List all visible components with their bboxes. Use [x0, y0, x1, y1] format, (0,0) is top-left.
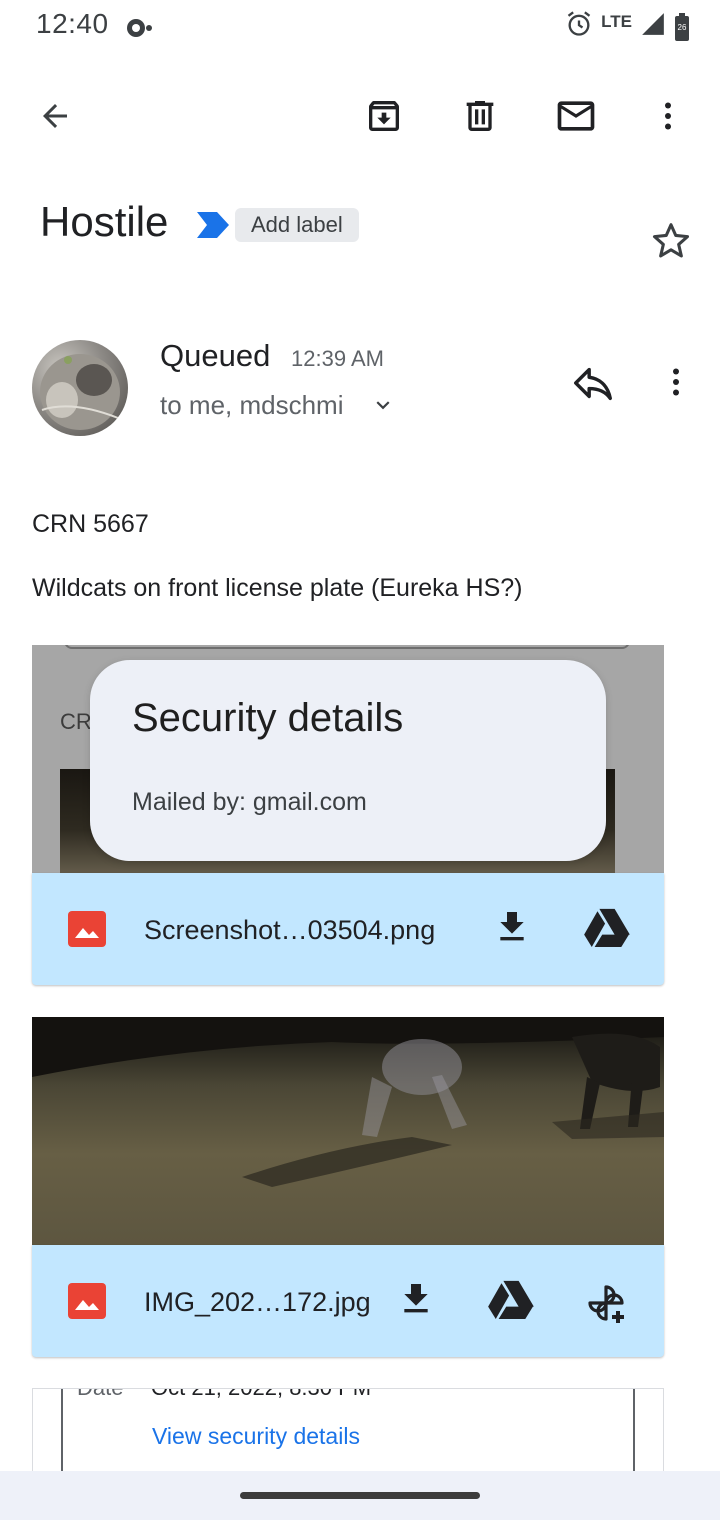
- save-to-drive-button[interactable]: [584, 907, 630, 952]
- email-subject: Hostile: [40, 198, 169, 245]
- attachment-1-bar[interactable]: Screenshot…03504.png: [32, 873, 664, 985]
- alarm-icon: [565, 10, 593, 43]
- mail-icon: [557, 101, 595, 131]
- popup-title: Security details: [132, 696, 404, 740]
- add-label-chip[interactable]: Add label: [235, 208, 359, 242]
- more-vert-icon: [673, 368, 679, 396]
- download-icon: [500, 912, 524, 941]
- label-marker-icon: [195, 210, 231, 245]
- sender-name[interactable]: Queued: [160, 338, 270, 374]
- chevron-down-icon: [376, 401, 390, 410]
- body-line-2: Wildcats on front license plate (Eureka …: [32, 574, 523, 602]
- sender-avatar[interactable]: [32, 340, 128, 436]
- signal-icon: [640, 11, 666, 42]
- download-icon: [404, 1284, 428, 1313]
- archive-icon: [369, 101, 399, 131]
- attachment-2-bar[interactable]: IMG_202…172.jpg: [32, 1245, 664, 1357]
- drive-icon: [488, 1280, 534, 1319]
- overflow-menu-button[interactable]: [640, 88, 696, 144]
- network-label: LTE: [601, 11, 632, 31]
- battery-icon: 26: [674, 12, 690, 41]
- arrow-back-icon: [43, 104, 67, 128]
- popup-mailed-by: Mailed by: gmail.com: [132, 788, 367, 816]
- recipients[interactable]: to me, mdschmi: [160, 390, 344, 421]
- reply-icon: [574, 367, 612, 401]
- download-button[interactable]: [396, 1279, 436, 1324]
- download-button[interactable]: [492, 907, 532, 952]
- status-icons: LTE 26: [565, 10, 690, 43]
- security-details-popup: Security details Mailed by: gmail.com: [90, 660, 606, 861]
- body-line-1: CRN 5667: [32, 510, 149, 538]
- back-button[interactable]: [27, 88, 83, 144]
- image-file-icon: [68, 1283, 106, 1319]
- date-value: Oct 21, 2022, 8:30 PM: [151, 1389, 371, 1401]
- trash-icon: [466, 101, 494, 131]
- security-card: Date Oct 21, 2022, 8:30 PM View security…: [32, 1388, 664, 1478]
- view-security-details-link[interactable]: View security details: [152, 1423, 360, 1450]
- message-more-button[interactable]: [658, 362, 694, 407]
- battery-level: 26: [677, 22, 687, 32]
- date-label: Date: [77, 1389, 123, 1401]
- archive-button[interactable]: [356, 88, 412, 144]
- mark-unread-button[interactable]: [548, 88, 604, 144]
- save-to-drive-button[interactable]: [488, 1279, 534, 1324]
- star-button[interactable]: [648, 218, 694, 269]
- attachment-2-name: IMG_202…172.jpg: [144, 1287, 371, 1317]
- more-vert-icon: [665, 102, 671, 130]
- home-gesture-pill[interactable]: [240, 1492, 480, 1499]
- add-to-photos-button[interactable]: [582, 1279, 630, 1332]
- reply-button[interactable]: [570, 360, 616, 411]
- image-file-icon: [68, 911, 106, 947]
- status-time: 12:40: [36, 8, 109, 39]
- star-outline-icon: [652, 223, 690, 258]
- email-time: 12:39 AM: [291, 346, 384, 371]
- expand-details-button[interactable]: [370, 392, 396, 423]
- attachment-2-preview[interactable]: [32, 1017, 664, 1245]
- drive-icon: [584, 908, 630, 947]
- sync-icon: [124, 16, 154, 45]
- attachment-1-name: Screenshot…03504.png: [144, 915, 436, 945]
- photos-add-icon: [588, 1285, 624, 1323]
- delete-button[interactable]: [452, 88, 508, 144]
